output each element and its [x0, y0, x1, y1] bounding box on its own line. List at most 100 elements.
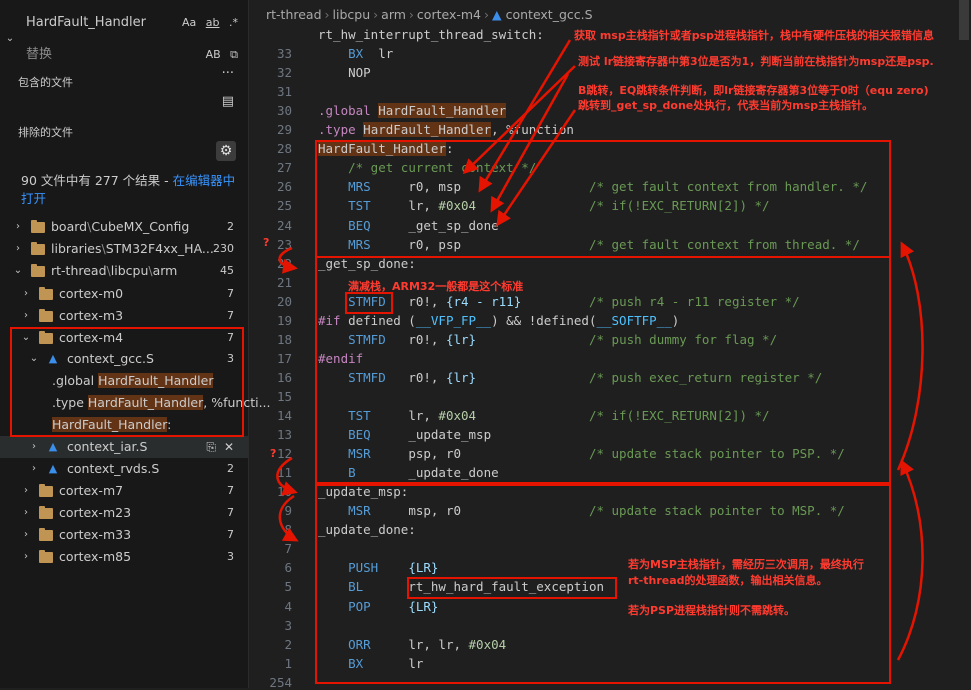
- folder-icon: [31, 242, 45, 255]
- replace-all-in-file-icon[interactable]: ⎘: [206, 440, 216, 454]
- tree-row-rt-thread[interactable]: ⌄ rt-thread\libcpu\arm 45: [0, 260, 248, 282]
- dismiss-close-icon[interactable]: ✕: [224, 440, 234, 454]
- annotation-box-handler: [315, 140, 891, 258]
- book-icon[interactable]: ▤: [222, 94, 234, 109]
- results-summary: 90 文件中有 277 个结果 - 在编辑器中打开: [21, 172, 241, 208]
- tree-row-cortex-m0[interactable]: › cortex-m0 7: [0, 283, 248, 305]
- files-to-exclude-label: 排除的文件: [18, 126, 73, 139]
- tree-label: cortex-m3: [59, 308, 124, 323]
- tree-label: cortex-m7: [59, 483, 124, 498]
- line-number: 31: [276, 84, 292, 100]
- line-number: 23: [276, 236, 292, 252]
- replace-options: AB ⧉: [200, 43, 238, 67]
- annotation-text: B跳转，EQ跳转条件判断，即lr链接寄存器第3位等于0时（equ zero): [578, 84, 929, 97]
- assembly-file-icon: ▲: [492, 7, 506, 22]
- annotation-box-stmfd: [345, 292, 393, 314]
- toggle-replace-chevron-icon[interactable]: ⌄: [4, 33, 16, 44]
- tree-row-context-rvds[interactable]: › ▲ context_rvds.S 2: [0, 458, 248, 480]
- folder-icon: [39, 287, 53, 300]
- chevron-down-icon: ⌄: [13, 265, 23, 276]
- scrollbar-thumb[interactable]: [959, 0, 969, 40]
- breadcrumb-item[interactable]: context_gcc.S: [506, 7, 593, 22]
- chevron-right-icon: ›: [24, 529, 28, 540]
- line-number: 25: [276, 198, 292, 214]
- line-number: 27: [276, 160, 292, 176]
- folder-icon: [39, 484, 53, 497]
- line-number: 16: [276, 369, 292, 385]
- assembly-file-icon: ▲: [48, 440, 58, 453]
- match-count: 7: [227, 309, 234, 322]
- line-number: 4: [284, 598, 292, 614]
- line-number: 9: [284, 503, 292, 519]
- regex-toggle[interactable]: .*: [229, 16, 238, 29]
- tree-label: cortex-m33: [59, 527, 132, 542]
- match-count: 7: [227, 528, 234, 541]
- annotation-text: 若为MSP主栈指针，需经历三次调用，最终执行: [628, 558, 864, 571]
- line-number: 19: [276, 312, 292, 328]
- chevron-right-icon: ›: [32, 463, 36, 474]
- tree-row-libraries[interactable]: › libraries\STM32F4xx_HA... 230: [0, 238, 248, 260]
- line-number: 22: [276, 255, 292, 271]
- code-line: rt_hw_interrupt_thread_switch:: [318, 27, 544, 42]
- chevron-right-icon: ›: [24, 507, 28, 518]
- tree-row-board[interactable]: › board\CubeMX_Config 2: [0, 216, 248, 238]
- breadcrumb-item[interactable]: libcpu: [333, 7, 371, 22]
- folder-icon: [39, 528, 53, 541]
- match-case-toggle[interactable]: Aa: [182, 16, 196, 29]
- code-line: NOP: [318, 65, 371, 81]
- line-number: 3: [284, 617, 292, 633]
- replace-input-placeholder: 替换: [26, 47, 53, 62]
- tree-row-cortex-m23[interactable]: › cortex-m23 7: [0, 502, 248, 524]
- line-number: 18: [276, 331, 292, 347]
- match-count: 3: [227, 550, 234, 563]
- breadcrumb-item[interactable]: cortex-m4: [417, 7, 481, 22]
- tree-row-cortex-m33[interactable]: › cortex-m33 7: [0, 524, 248, 546]
- line-number: 6: [284, 560, 292, 576]
- tree-row-context-iar[interactable]: › ▲ context_iar.S ⎘ ✕: [0, 436, 248, 458]
- more-options-icon[interactable]: ···: [222, 66, 234, 81]
- tree-row-cortex-m85[interactable]: › cortex-m85 3: [0, 546, 248, 568]
- breadcrumb-item[interactable]: rt-thread: [266, 7, 322, 22]
- line-number: 254: [269, 674, 292, 690]
- match-count: 45: [220, 264, 234, 277]
- line-number: 5: [284, 579, 292, 595]
- breadcrumb-item[interactable]: arm: [381, 7, 406, 22]
- folder-icon: [39, 550, 53, 563]
- line-number: 14: [276, 408, 292, 423]
- match-word-toggle[interactable]: ab: [206, 16, 220, 29]
- annotation-box-sidebar: [10, 327, 244, 437]
- line-number: 20: [276, 293, 292, 309]
- chevron-right-icon: ›: [24, 485, 28, 496]
- chevron-right-icon: ›: [24, 288, 28, 299]
- search-input-value: HardFault_Handler: [26, 15, 146, 30]
- line-number: 26: [276, 179, 292, 195]
- match-count: 2: [227, 220, 234, 233]
- line-number: 8: [284, 522, 292, 538]
- line-number: 33: [276, 46, 292, 62]
- line-number: 15: [276, 388, 292, 404]
- annotation-text: rt-thread的处理函数，输出相关信息。: [628, 574, 828, 587]
- preserve-case-toggle[interactable]: AB: [206, 48, 221, 61]
- use-exclude-settings-gear-icon[interactable]: ⚙: [216, 141, 236, 161]
- tree-label: libraries\STM32F4xx_HA...: [51, 241, 214, 256]
- annotation-text: 若为PSP进程栈指针则不需跳转。: [628, 604, 796, 617]
- line-number: 10: [276, 484, 292, 500]
- folder-icon: [31, 220, 45, 233]
- line-number: 28: [276, 141, 292, 157]
- chevron-right-icon: ›: [16, 243, 20, 254]
- replace-all-icon[interactable]: ⧉: [230, 48, 238, 61]
- tree-row-cortex-m3[interactable]: › cortex-m3 7: [0, 305, 248, 327]
- line-number: 21: [276, 274, 292, 290]
- annotation-question-mark: ?: [270, 447, 277, 460]
- chevron-right-icon: ›: [32, 441, 36, 452]
- replace-input[interactable]: 替换 AB ⧉: [18, 43, 244, 67]
- match-count: 7: [227, 506, 234, 519]
- folder-open-icon: [31, 264, 45, 277]
- results-count-text: 90 文件中有 277 个结果 -: [21, 173, 173, 188]
- tree-row-cortex-m7[interactable]: › cortex-m7 7: [0, 480, 248, 502]
- vertical-scrollbar[interactable]: [957, 0, 971, 688]
- annotation-text: 满减栈，ARM32一般都是这个标准: [348, 280, 524, 293]
- match-count: 7: [227, 287, 234, 300]
- line-number: 29: [276, 122, 292, 138]
- search-input[interactable]: HardFault_Handler Aa ab .*: [18, 11, 244, 35]
